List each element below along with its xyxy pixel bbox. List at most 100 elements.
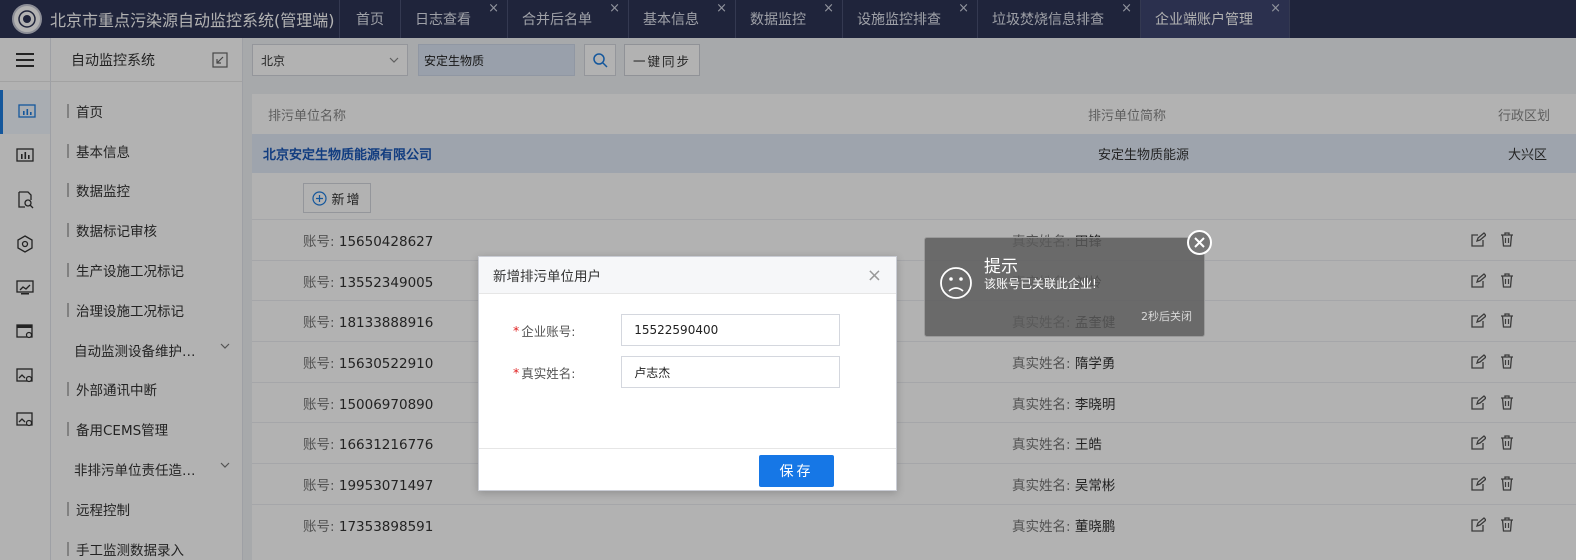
edit-icon[interactable] [1471, 394, 1486, 410]
sidebar-item-production-marking[interactable]: 生产设施工况标记 [51, 250, 242, 290]
sidebar-item-basic-info[interactable]: 基本信息 [51, 131, 242, 171]
realname-cell: 真实姓名: 吴常彬 [1012, 474, 1115, 494]
tab-data-monitor[interactable]: 数据监控 × [736, 0, 843, 38]
tab-log-view[interactable]: 日志查看 × [401, 0, 508, 38]
tab-home[interactable]: 首页 [340, 0, 401, 38]
edit-icon[interactable] [1471, 476, 1486, 491]
filter-toolbar: 北京 安定生物质 一键同步 [243, 38, 1576, 82]
gear-shield-icon[interactable] [0, 222, 50, 266]
image-board-icon[interactable] [0, 266, 50, 310]
chart-icon[interactable] [0, 90, 50, 134]
tab-label: 企业端账户管理 [1155, 12, 1253, 28]
menu-header: 自动监控系统 [51, 38, 242, 82]
close-icon[interactable]: × [488, 2, 499, 15]
sidebar-item-treatment-marking[interactable]: 治理设施工况标记 [51, 290, 242, 330]
account-label: 账号: [303, 518, 335, 535]
realname-input[interactable]: 卢志杰 [621, 356, 841, 388]
delete-icon[interactable] [1500, 435, 1514, 451]
region-select[interactable]: 北京 [252, 44, 408, 76]
sidebar-item-home[interactable]: 首页 [51, 91, 242, 131]
delete-icon[interactable] [1500, 273, 1514, 288]
dialog-header: 新增排污单位用户 × [479, 257, 896, 294]
edit-icon[interactable] [1471, 272, 1486, 288]
close-icon[interactable]: × [823, 2, 834, 15]
one-click-sync-button[interactable]: 一键同步 [624, 44, 701, 76]
brand: 北京市重点污染源自动监控系统(管理端) [0, 0, 340, 38]
realname-cell: 真实姓名: 董晓鹏 [1012, 515, 1115, 535]
close-icon[interactable]: × [1121, 2, 1132, 15]
collapse-icon[interactable] [212, 51, 228, 68]
delete-icon[interactable] [1500, 395, 1514, 410]
tab-label: 垃圾焚烧信息排查 [992, 12, 1104, 28]
sidebar-item-label: 数据标记审核 [76, 224, 157, 241]
sidebar-item-comm-interrupt[interactable]: 外部通讯中断 [51, 370, 242, 410]
sidebar-item-label: 生产设施工况标记 [76, 264, 184, 281]
table-row: 账号: 18133888916真实姓名: 孟奎健 [252, 300, 1576, 341]
edit-icon[interactable] [1471, 516, 1486, 532]
sidebar-item-equipment-maintenance[interactable]: 自动监测设备维护… [51, 330, 242, 370]
image-settings-icon[interactable] [0, 398, 50, 442]
delete-icon[interactable] [1500, 313, 1514, 329]
realname-value: 卢志杰 [634, 365, 671, 380]
sidebar-item-remote-control[interactable]: 远程控制 [51, 489, 242, 529]
sidebar-item-non-polluter-fault[interactable]: 非排污单位责任造… [51, 449, 242, 489]
unit-name: 北京安定生物质能源有限公司 [263, 148, 433, 163]
tab-facility-check[interactable]: 设施监控排查 × [843, 0, 978, 38]
table-row[interactable]: 北京安定生物质能源有限公司 安定生物质能源 大兴区 [252, 134, 1576, 173]
document-search-icon[interactable] [0, 178, 50, 222]
sidebar-item-backup-cems[interactable]: 备用CEMS管理 [51, 409, 242, 449]
close-icon[interactable]: × [716, 2, 727, 15]
monitor-chart-icon[interactable] [0, 134, 50, 178]
row-actions [1471, 394, 1514, 410]
row-actions [1471, 313, 1514, 329]
search-button[interactable] [584, 44, 616, 76]
delete-icon[interactable] [1500, 476, 1514, 491]
card-config-icon[interactable] [0, 310, 50, 354]
account-cell: 账号: 15650428627 [303, 230, 433, 250]
emblem-logo [12, 4, 42, 34]
sidebar-item-label: 数据监控 [76, 184, 130, 201]
account-value: 19953071497 [338, 477, 434, 494]
sidebar-item-data-review[interactable]: 数据标记审核 [51, 210, 242, 250]
close-icon[interactable] [1187, 230, 1212, 255]
close-icon[interactable]: × [1270, 2, 1281, 15]
search-value: 安定生物质 [424, 53, 485, 68]
table-row: 账号: 13552349005真实姓名: 刘岭 [252, 259, 1576, 301]
required-mark: * [513, 322, 520, 338]
toast-timer: 2秒后关闭 [1141, 310, 1192, 323]
sidebar-item-label: 外部通讯中断 [76, 383, 157, 400]
account-value: 15522590400 [634, 323, 719, 337]
tab-merged-list[interactable]: 合并后名单 × [508, 0, 629, 38]
delete-icon[interactable] [1500, 517, 1514, 532]
edit-icon[interactable] [1471, 435, 1486, 451]
account-cell: 账号: 16631216776 [303, 433, 433, 453]
menu-icon[interactable] [0, 38, 50, 82]
tab-enterprise-accounts[interactable]: 企业端账户管理 × [1141, 0, 1290, 38]
column-header-short: 排污单位简称 [1088, 108, 1167, 124]
tab-incineration-check[interactable]: 垃圾焚烧信息排查 × [978, 0, 1141, 38]
edit-icon[interactable] [1471, 313, 1486, 329]
side-menu: 自动监控系统 首页 基本信息 数据监控 数据标记审核 生产设施工况标记 治理设施… [51, 38, 243, 560]
close-icon[interactable]: × [867, 265, 882, 286]
account-value: 13552349005 [338, 274, 434, 291]
account-label: 账号: [303, 396, 335, 413]
close-icon[interactable]: × [958, 2, 969, 15]
row-actions [1471, 354, 1514, 369]
sidebar-item-manual-entry[interactable]: 手工监测数据录入 [51, 529, 242, 560]
realname-label: 真实姓名: [1012, 437, 1071, 454]
delete-icon[interactable] [1500, 354, 1514, 369]
realname-value: 隋学勇 [1074, 355, 1116, 372]
image-config-icon[interactable] [0, 354, 50, 398]
tab-basic-info[interactable]: 基本信息 × [629, 0, 736, 38]
account-input[interactable]: 15522590400 [621, 314, 841, 346]
edit-icon[interactable] [1471, 354, 1486, 369]
dialog-body: * 企业账号: 15522590400 * 真实姓名: 卢志杰 [479, 294, 896, 448]
account-value: 17353898591 [338, 518, 434, 535]
close-icon[interactable]: × [609, 2, 620, 15]
search-input[interactable]: 安定生物质 [418, 44, 575, 76]
add-user-button[interactable]: 新增 [303, 183, 371, 213]
delete-icon[interactable] [1500, 232, 1514, 247]
save-button[interactable]: 保存 [759, 455, 834, 487]
sidebar-item-data-monitor[interactable]: 数据监控 [51, 171, 242, 211]
edit-icon[interactable] [1471, 232, 1486, 247]
